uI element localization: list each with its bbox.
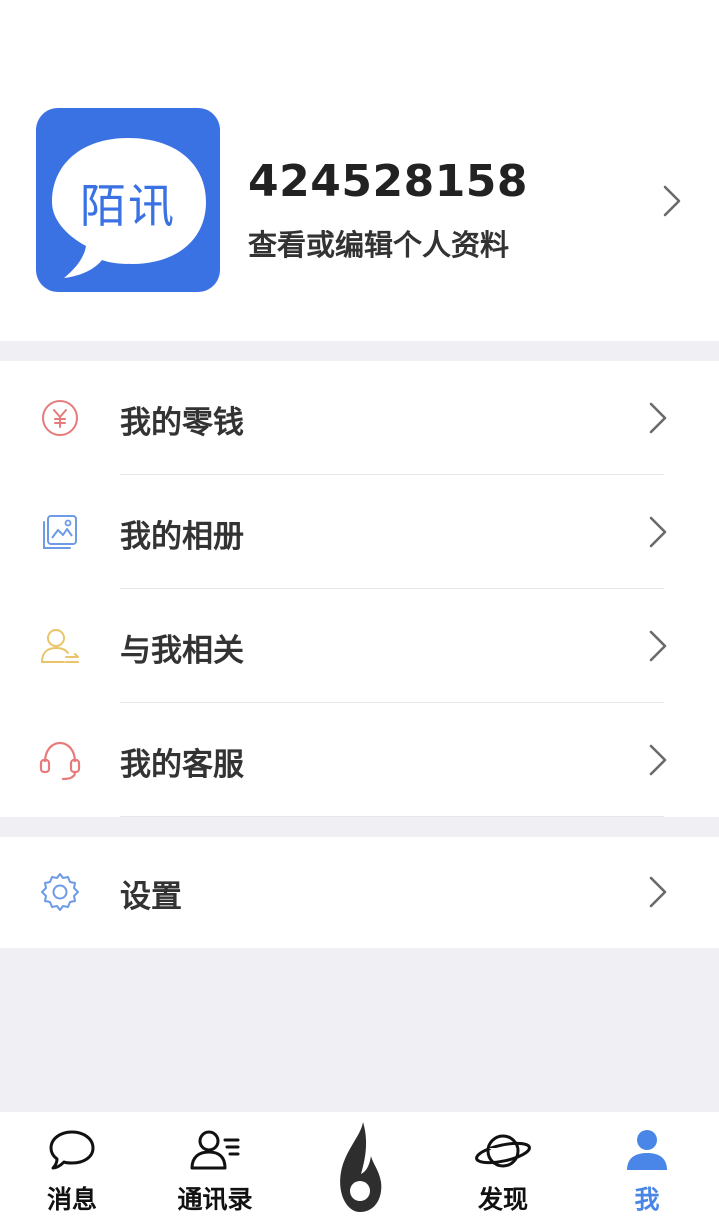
menu-item-label: 设置	[120, 879, 182, 915]
menu-item-customer-service[interactable]: 我的客服	[0, 703, 719, 817]
tab-label: 发现	[477, 1185, 528, 1214]
app-logo: 陌讯	[36, 108, 220, 292]
headset-icon	[39, 741, 81, 781]
planet-icon	[475, 1134, 531, 1168]
tab-me[interactable]: 我	[600, 1112, 694, 1221]
chevron-right-icon	[649, 402, 667, 434]
tab-discover[interactable]: 发现	[450, 1112, 556, 1221]
tab-label: 消息	[46, 1185, 97, 1214]
menu-item-label: 我的相册	[120, 519, 244, 555]
me-page: 陌讯 424528158 查看或编辑个人资料 我的零钱 我的相册 与我相关 我的…	[0, 0, 719, 1221]
bottom-tab-bar: 消息 通讯录 发现 我	[0, 1112, 719, 1221]
flame-icon	[340, 1122, 382, 1212]
menu-group-settings: 设置	[0, 837, 719, 948]
menu-item-label: 我的客服	[120, 747, 244, 783]
person-icon	[627, 1130, 667, 1170]
chevron-right-icon	[649, 516, 667, 548]
chevron-right-icon	[649, 630, 667, 662]
photo-album-icon	[43, 515, 77, 549]
user-related-icon	[41, 629, 79, 663]
menu-item-label: 与我相关	[120, 633, 244, 669]
gear-icon	[41, 873, 79, 911]
menu-item-label: 我的零钱	[120, 405, 244, 441]
chevron-right-icon	[663, 185, 681, 217]
user-id: 424528158	[248, 156, 529, 207]
wallet-yen-icon	[42, 400, 78, 436]
logo-text: 陌讯	[80, 179, 176, 233]
tab-label: 通讯录	[177, 1185, 253, 1214]
tab-messages[interactable]: 消息	[18, 1112, 126, 1221]
profile-header[interactable]: 陌讯 424528158 查看或编辑个人资料	[0, 0, 719, 341]
menu-group-main: 我的零钱 我的相册 与我相关 我的客服	[0, 361, 719, 817]
menu-item-album[interactable]: 我的相册	[0, 475, 719, 589]
divider	[120, 816, 664, 817]
tab-contacts[interactable]: 通讯录	[160, 1112, 270, 1221]
menu-item-related[interactable]: 与我相关	[0, 589, 719, 703]
contacts-icon	[190, 1130, 240, 1170]
menu-item-wallet[interactable]: 我的零钱	[0, 361, 719, 475]
chat-bubble-icon	[49, 1130, 95, 1170]
tab-center-flame[interactable]	[320, 1112, 400, 1221]
chevron-right-icon	[649, 744, 667, 776]
chevron-right-icon	[649, 876, 667, 908]
tab-label: 我	[634, 1185, 660, 1214]
menu-item-settings[interactable]: 设置	[0, 837, 719, 948]
profile-edit-hint: 查看或编辑个人资料	[248, 228, 510, 262]
